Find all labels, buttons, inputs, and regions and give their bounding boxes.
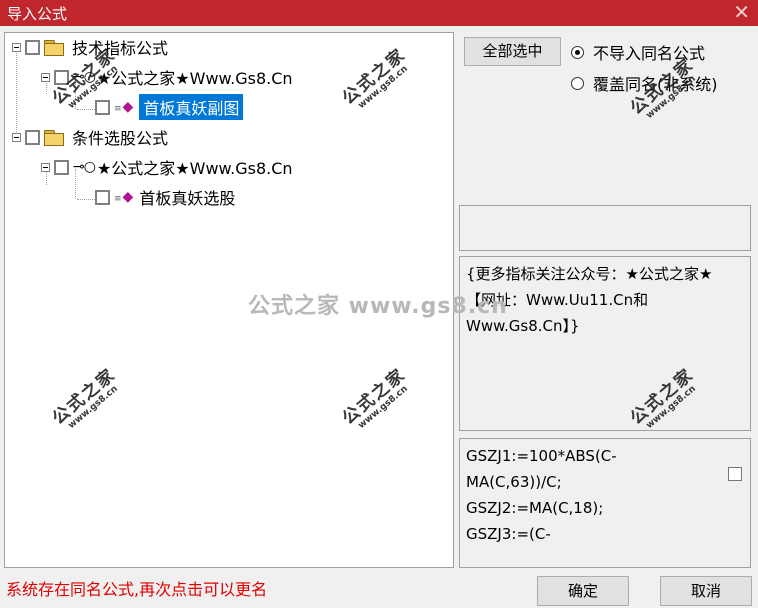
description-panel: {更多指标关注公众号：★公式之家★ 【网址：Www.Uu11.Cn和Www.Gs… xyxy=(459,256,751,431)
collapse-icon[interactable] xyxy=(12,42,21,52)
checkbox[interactable] xyxy=(95,99,110,115)
code-panel[interactable]: GSZJ1:=100*ABS(C-MA(C,63))/C; GSZJ2:=MA(… xyxy=(459,438,751,568)
checkbox[interactable] xyxy=(728,467,742,481)
tree-node-label: ★公式之家★Www.Gs8.Cn xyxy=(96,159,293,178)
select-all-button[interactable]: 全部选中 xyxy=(464,37,561,66)
key-icon: ⊸○ xyxy=(73,159,96,175)
tree-node-gs8-screening[interactable]: ⊸○ ★公式之家★Www.Gs8.Cn xyxy=(41,155,293,179)
blank-field xyxy=(459,205,751,251)
tree-node-label-selected: 首板真妖副图 xyxy=(139,94,244,120)
tree-node-label: 技术指标公式 xyxy=(72,39,169,58)
radio-button[interactable] xyxy=(571,76,584,90)
ok-button[interactable]: 确定 xyxy=(537,576,629,606)
checkbox[interactable] xyxy=(54,159,69,175)
tree-node-shouban-screening[interactable]: ≡◆ 首板真妖选股 xyxy=(95,185,235,209)
folder-icon xyxy=(44,39,64,56)
collapse-icon[interactable] xyxy=(12,132,21,142)
title-bar: 导入公式 ✕ xyxy=(0,0,758,26)
window-title: 导入公式 xyxy=(7,5,68,23)
formula-icon: ≡◆ xyxy=(114,189,134,205)
collapse-icon[interactable] xyxy=(41,72,50,82)
code-text: GSZJ1:=100*ABS(C-MA(C,63))/C; GSZJ2:=MA(… xyxy=(466,447,617,543)
checkbox[interactable] xyxy=(95,189,110,205)
checkbox[interactable] xyxy=(25,129,40,145)
status-message: 系统存在同名公式,再次点击可以更名 xyxy=(6,580,268,599)
tree-node-label: 首板真妖选股 xyxy=(139,189,236,208)
watermark-center: 公式之家 www.gs8.cn xyxy=(248,294,508,319)
checkbox[interactable] xyxy=(25,39,40,55)
folder-icon xyxy=(44,129,64,146)
radio-button-checked[interactable] xyxy=(571,45,584,59)
tree-node-tech-indicators[interactable]: 技术指标公式 xyxy=(12,35,168,59)
tree-node-stock-screening[interactable]: 条件选股公式 xyxy=(12,125,168,149)
tree-node-shouban-subchart[interactable]: ≡◆ 首板真妖副图 xyxy=(95,94,244,120)
collapse-icon[interactable] xyxy=(41,162,50,172)
cancel-button[interactable]: 取消 xyxy=(660,576,752,606)
tree-node-label: ★公式之家★Www.Gs8.Cn xyxy=(96,69,293,88)
close-icon[interactable]: ✕ xyxy=(733,0,750,24)
formula-icon: ≡◆ xyxy=(114,99,134,115)
tree-node-label: 条件选股公式 xyxy=(72,129,169,148)
